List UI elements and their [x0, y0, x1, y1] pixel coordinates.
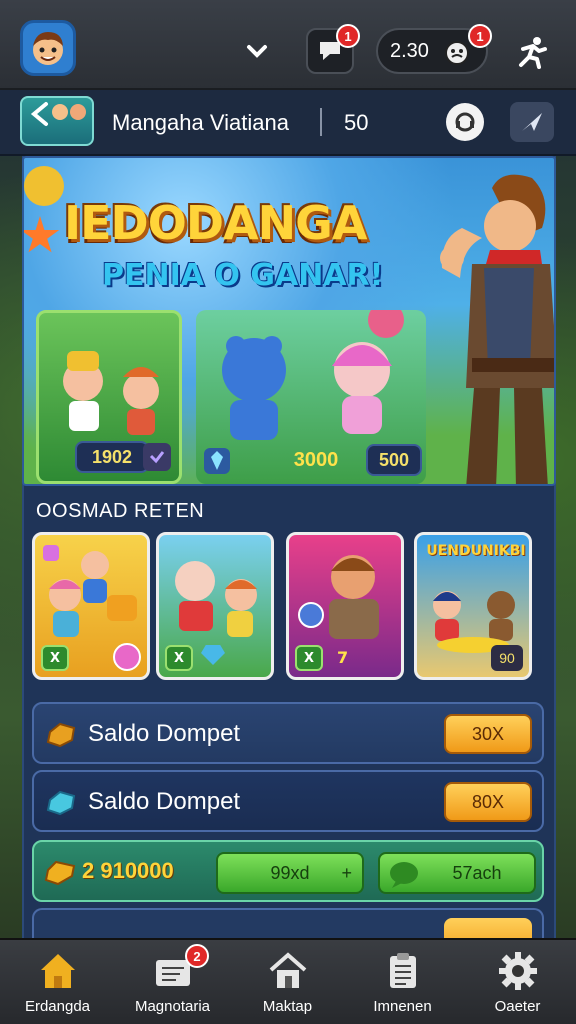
wallet-multiplier-button[interactable]: 30X	[444, 714, 532, 754]
nav-label: Imnenen	[373, 998, 432, 1015]
logo-face-icon	[52, 104, 68, 120]
game-art-image	[43, 545, 137, 637]
clipboard-icon	[390, 953, 416, 988]
game-tile[interactable]: UENDUNIKBI 90	[414, 532, 532, 680]
nav-label: Oaeter	[494, 998, 541, 1015]
star-icon	[24, 216, 60, 253]
nav-item-imnenen[interactable]: Imnenen	[345, 940, 460, 1024]
check-icon[interactable]	[143, 443, 171, 471]
wallet-row[interactable]: Saldo Dompet 80X	[32, 770, 544, 832]
avatar[interactable]	[20, 20, 76, 76]
nav-item-magnotaria[interactable]: 2 Magnotaria	[115, 940, 230, 1024]
nav-label: Erdangda	[24, 998, 91, 1015]
gold-balance-value: 2 910000	[82, 858, 174, 883]
avatar-face-icon	[33, 32, 63, 65]
nav-label: Magnotaria	[134, 998, 211, 1015]
banner-headline: IEDODANGA	[64, 196, 367, 250]
tile-count: 7	[337, 648, 349, 667]
nav-item-erdangda[interactable]: Erdangda	[0, 940, 115, 1024]
game-tile[interactable]: X	[156, 532, 274, 680]
gold-block-icon	[46, 722, 76, 748]
banner-subline: PENIA O GANAR!	[102, 258, 384, 293]
featured-card[interactable]: 1902	[36, 310, 182, 484]
gear-icon	[499, 952, 537, 990]
gold-bar-icon	[44, 860, 76, 886]
house-icon	[269, 952, 307, 988]
support-button[interactable]	[446, 103, 484, 141]
gold-balance-row: 2 910000 99xd + 57ach	[32, 840, 544, 902]
cartoon-characters-image	[63, 351, 159, 435]
paper-plane-icon	[522, 113, 542, 131]
header-count: 50	[344, 110, 369, 135]
gold-coin-icon	[24, 166, 64, 206]
send-button[interactable]	[510, 102, 554, 142]
tile-action-button[interactable]: X	[165, 645, 193, 671]
app-logo[interactable]	[20, 96, 94, 146]
game-tile[interactable]: X	[32, 532, 150, 680]
wallet-label: Saldo Dompet	[88, 788, 241, 815]
notification-button[interactable]: 1	[306, 24, 360, 74]
plus-icon: +	[341, 862, 352, 883]
top-status-bar: 1 2.30 1	[0, 0, 576, 90]
header-divider	[320, 108, 322, 136]
page-title: Mangaha Viatiana	[112, 110, 289, 135]
coin-face-icon	[445, 41, 469, 65]
headset-icon	[455, 112, 475, 132]
nav-badge: 2	[185, 944, 209, 968]
section-title: OOSMAD RETEN	[36, 500, 205, 522]
chat-bubble-icon	[390, 862, 418, 888]
nav-label: Maktap	[262, 998, 313, 1015]
game-art-image	[433, 591, 515, 653]
wallet-label: Saldo Dompet	[88, 720, 241, 747]
tile-title: UENDUNIKBI	[426, 543, 526, 559]
featured-card-value: 1902	[75, 441, 149, 473]
app-header: Mangaha Viatiana 50	[0, 90, 576, 156]
bottom-navigation: Erdangda 2 Magnotaria Maktap Imnenen Oae…	[0, 938, 576, 1024]
running-figure-icon[interactable]	[512, 32, 552, 72]
promo-banner[interactable]: IEDODANGA PENIA O GANAR! 1902 3000 500	[22, 156, 556, 486]
coin-badge: 1	[468, 24, 492, 48]
tile-count: 90	[491, 645, 523, 671]
withdraw-button-label: 99xd	[270, 862, 310, 883]
chat-button[interactable]: 57ach	[378, 852, 536, 894]
notification-badge: 1	[336, 24, 360, 48]
coin-balance[interactable]: 2.30 1	[376, 24, 492, 74]
logo-face-icon	[70, 104, 86, 120]
game-art-image	[175, 561, 257, 637]
blue-gem-icon	[46, 790, 76, 816]
diamond-icon	[204, 448, 230, 474]
diamond-icon	[201, 645, 225, 665]
chat-button-label: 57ach	[452, 862, 502, 883]
hero-character-image	[440, 174, 554, 484]
chevron-down-icon[interactable]	[244, 38, 270, 64]
nav-item-maktap[interactable]: Maktap	[230, 940, 345, 1024]
wallet-multiplier-button[interactable]: 80X	[444, 782, 532, 822]
tile-action-button[interactable]: X	[41, 645, 69, 671]
wallet-row[interactable]: Saldo Dompet 30X	[32, 702, 544, 764]
home-icon	[41, 954, 75, 988]
withdraw-button[interactable]: 99xd +	[216, 852, 364, 894]
characters-card-price[interactable]: 500	[366, 444, 422, 476]
coin-value: 2.30	[390, 40, 429, 62]
gem-icon	[113, 643, 141, 671]
featured-characters-card[interactable]: 3000 500	[196, 310, 426, 484]
nav-item-oaeter[interactable]: Oaeter	[460, 940, 575, 1024]
characters-card-value: 3000	[293, 448, 339, 471]
tile-action-button[interactable]: X	[295, 645, 323, 671]
game-tile[interactable]: X 7	[286, 532, 404, 680]
game-art-image	[298, 555, 379, 639]
